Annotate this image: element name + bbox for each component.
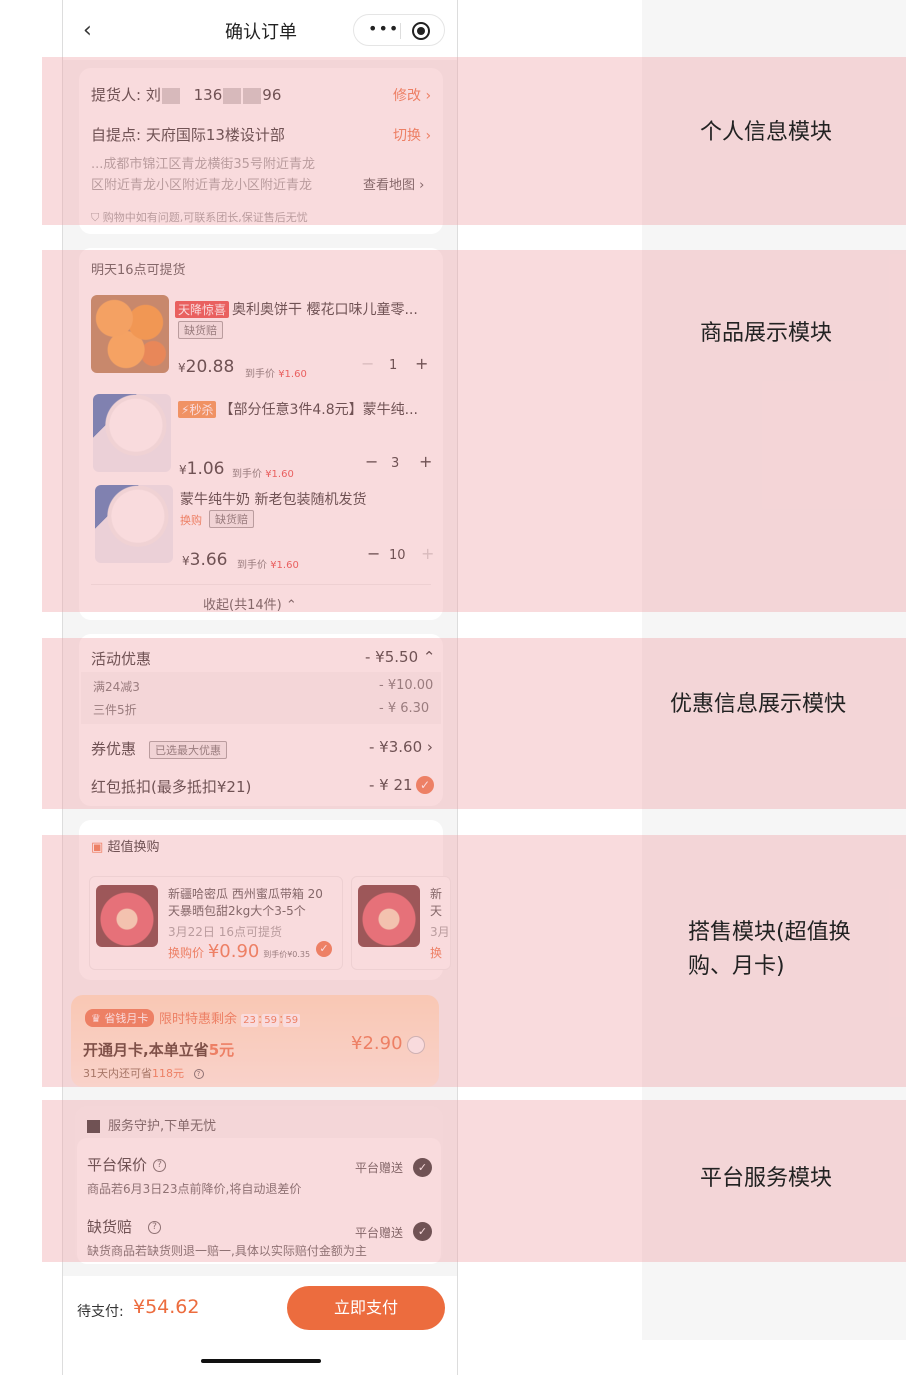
pay-amount: ¥54.62 — [133, 1296, 200, 1318]
module-band-products — [42, 250, 906, 612]
nav-bar: ‹ 确认订单 ••• — [63, 0, 457, 60]
pay-label: 待支付: — [77, 1304, 124, 1320]
module-label-service: 平台服务模块 — [700, 1166, 833, 1191]
close-program-icon[interactable] — [412, 22, 430, 40]
module-label-products: 商品展示模块 — [700, 321, 833, 346]
mini-program-capsule: ••• — [353, 14, 445, 46]
module-label-bundle-line1: 搭售模块(超值换 — [688, 920, 851, 945]
bottom-pay-bar: 待支付: ¥54.62 立即支付 — [63, 1276, 457, 1375]
home-indicator — [201, 1359, 321, 1363]
module-label-personal: 个人信息模块 — [700, 120, 833, 145]
capsule-divider — [400, 23, 401, 39]
module-band-discount — [42, 638, 906, 809]
module-label-bundle-line2: 购、月卡) — [688, 954, 785, 979]
module-label-discount: 优惠信息展示模快 — [670, 692, 847, 717]
pay-button[interactable]: 立即支付 — [287, 1286, 445, 1330]
more-icon[interactable]: ••• — [368, 19, 399, 38]
